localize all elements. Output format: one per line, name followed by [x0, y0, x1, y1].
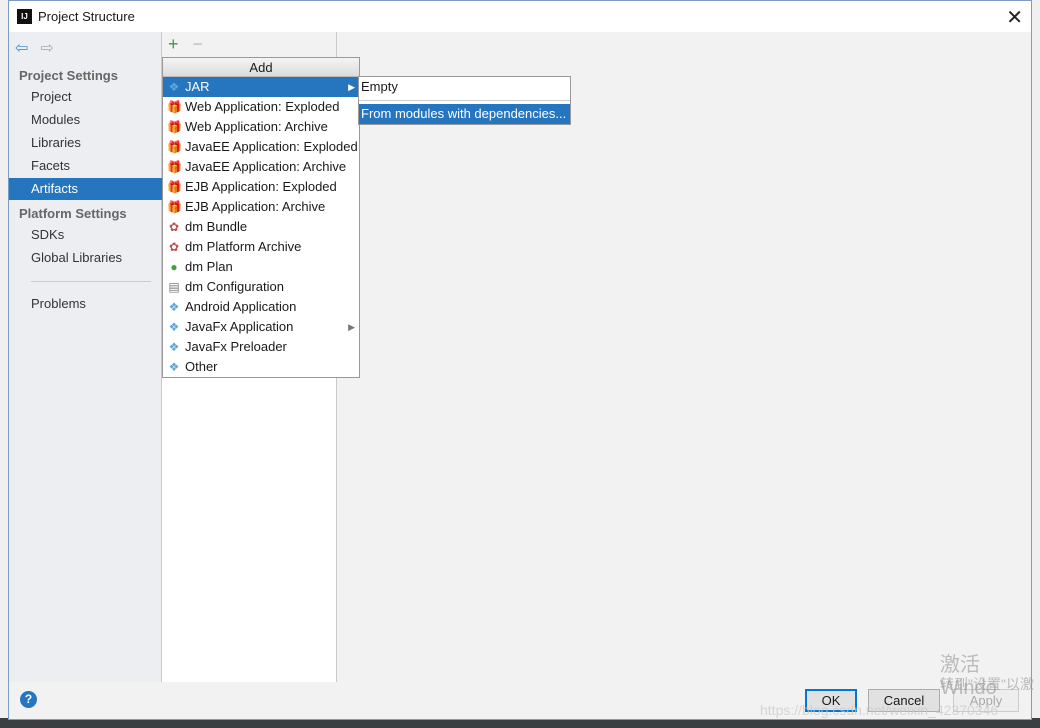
sidebar-item-modules[interactable]: Modules [9, 109, 162, 131]
popup-item[interactable]: ✿ dm Bundle [163, 217, 359, 237]
submenu-arrow-icon: ▶ [348, 82, 355, 92]
back-arrow-icon[interactable]: ⇦ [15, 40, 28, 57]
jar-submenu: Empty From modules with dependencies... [358, 76, 571, 125]
popup-item[interactable]: ❖ Other [163, 357, 359, 377]
popup-header: Add [163, 58, 359, 77]
section-platform-settings: Platform Settings [19, 206, 127, 221]
diamond-icon: ❖ [168, 300, 180, 314]
web-app-icon: 🎁 [167, 120, 182, 134]
javaee-icon: 🎁 [167, 140, 182, 154]
forward-arrow-icon[interactable]: ⇨ [40, 40, 53, 57]
popup-item[interactable]: 🎁 JavaEE Application: Archive [163, 157, 359, 177]
popup-item-label: JavaFx Preloader [185, 339, 287, 354]
sidebar-item-global-libraries[interactable]: Global Libraries [9, 247, 162, 269]
sidebar-item-libraries[interactable]: Libraries [9, 132, 162, 154]
submenu-arrow-icon: ▶ [348, 322, 355, 332]
popup-item[interactable]: 🎁 JavaEE Application: Exploded [163, 137, 359, 157]
close-icon[interactable]: ✕ [1006, 5, 1023, 30]
popup-item-label: JavaEE Application: Exploded [185, 139, 358, 154]
popup-item-label: Other [185, 359, 218, 374]
divider [31, 281, 151, 282]
plan-icon: ● [170, 260, 178, 274]
bundle-icon: ✿ [168, 220, 180, 234]
section-project-settings: Project Settings [19, 68, 118, 83]
submenu-item-from-modules[interactable]: From modules with dependencies... [359, 104, 570, 124]
add-icon[interactable]: + [168, 34, 179, 55]
watermark-settings: 转到"设置"以激 [940, 676, 1034, 692]
popup-item[interactable]: 🎁 EJB Application: Exploded [163, 177, 359, 197]
watermark-url: https://blog.csdn.net/weixin_42370346 [760, 702, 999, 718]
sidebar-item-project[interactable]: Project [9, 86, 162, 108]
sidebar-item-sdks[interactable]: SDKs [9, 224, 162, 246]
ejb-icon: 🎁 [167, 200, 182, 214]
popup-item-label: dm Bundle [185, 219, 248, 234]
divider [359, 100, 570, 101]
popup-item-label: JavaEE Application: Archive [185, 159, 347, 174]
sidebar-item-artifacts[interactable]: Artifacts [9, 178, 162, 200]
config-icon: ▤ [168, 280, 180, 294]
web-app-icon: 🎁 [167, 100, 182, 114]
popup-item-label: JAR [185, 79, 210, 94]
javaee-icon: 🎁 [167, 160, 182, 174]
popup-item[interactable]: 🎁 Web Application: Archive [163, 117, 359, 137]
popup-item[interactable]: 🎁 EJB Application: Archive [163, 197, 359, 217]
sidebar-item-problems[interactable]: Problems [9, 293, 162, 315]
help-button[interactable]: ? [20, 691, 37, 708]
sidebar-item-facets[interactable]: Facets [9, 155, 162, 177]
intellij-logo: IJ [17, 9, 32, 24]
popup-item-label: EJB Application: Archive [185, 199, 326, 214]
popup-item[interactable]: ❖ JavaFx Preloader [163, 337, 359, 357]
popup-item-label: dm Configuration [185, 279, 284, 294]
popup-item[interactable]: ● dm Plan [163, 257, 359, 277]
diamond-icon: ❖ [168, 360, 180, 374]
popup-item[interactable]: ❖ JAR ▶ [163, 77, 359, 97]
remove-icon[interactable]: − [193, 34, 204, 55]
popup-item-label: dm Platform Archive [185, 239, 302, 254]
ejb-icon: 🎁 [167, 180, 182, 194]
popup-item-label: EJB Application: Exploded [185, 179, 337, 194]
details-panel [337, 32, 1031, 682]
popup-item-label: Android Application [185, 299, 297, 314]
popup-item[interactable]: ❖ JavaFx Application ▶ [163, 317, 359, 337]
diamond-icon: ❖ [168, 340, 180, 354]
popup-item[interactable]: ▤ dm Configuration [163, 277, 359, 297]
popup-item[interactable]: ❖ Android Application [163, 297, 359, 317]
sidebar: ⇦ ⇨ Project Settings Project Modules Libr… [9, 32, 162, 682]
title-bar: IJ Project Structure ✕ [9, 1, 1031, 32]
bundle-icon: ✿ [168, 240, 180, 254]
popup-item-label: Web Application: Exploded [185, 99, 340, 114]
add-artifact-popup: Add ❖ JAR ▶ 🎁 Web Application: Exploded 🎁 Web … [162, 57, 360, 378]
window-title: Project Structure [38, 9, 135, 24]
submenu-item-empty[interactable]: Empty [359, 77, 570, 97]
diamond-icon: ❖ [168, 320, 180, 334]
popup-item-label: JavaFx Application [185, 319, 294, 334]
diamond-icon: ❖ [168, 80, 180, 94]
popup-item-label: Web Application: Archive [185, 119, 328, 134]
popup-item[interactable]: 🎁 Web Application: Exploded [163, 97, 359, 117]
popup-item[interactable]: ✿ dm Platform Archive [163, 237, 359, 257]
popup-item-label: dm Plan [185, 259, 233, 274]
